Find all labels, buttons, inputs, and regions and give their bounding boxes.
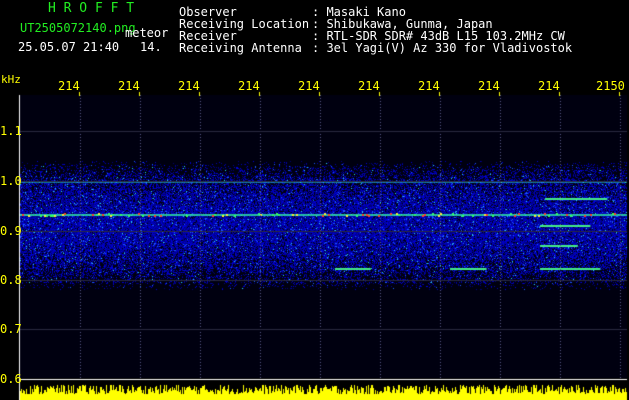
freq-tick-label: 1.1 [0,124,22,138]
count-label: 14. [140,40,162,54]
axis-unit-label: kHz [1,73,21,86]
minute-tick-label: 214 [298,79,320,93]
minute-tick-label: 214 [538,79,560,93]
spectrogram-canvas [0,0,629,400]
minute-tick-label: 214 [418,79,440,93]
info-value-antenna: : 3el Yagi(V) Az 330 for Vladivostok [312,41,573,55]
freq-tick-label: 0.7 [0,322,22,336]
minute-tick-label: 214 [178,79,200,93]
freq-tick-label: 0.6 [0,372,22,386]
minute-tick-label: 214 [238,79,260,93]
meteor-label: meteor [125,26,169,40]
info-label-antenna: Receiving Antenna [179,41,302,55]
minute-tick-label: 214 [58,79,80,93]
freq-tick-label: 0.9 [0,224,22,238]
datetime-label: 25.05.07 21:40 [18,40,120,54]
minute-tick-label: 214 [478,79,500,93]
freq-tick-label: 1.0 [0,174,22,188]
brand-title: H R O F F T [48,1,135,16]
minute-tick-label: 214 [118,79,140,93]
freq-tick-label: 0.8 [0,273,22,287]
minute-tick-label: 214 [358,79,380,93]
filename-label: UT2505072140.png [20,21,136,35]
minute-tick-label: 2150 [596,79,625,93]
